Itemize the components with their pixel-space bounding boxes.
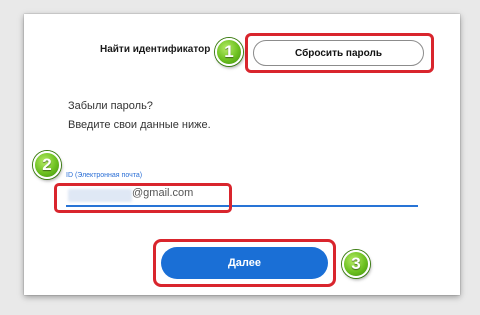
forgot-password-instruction: Введите свои данные ниже. (68, 119, 211, 131)
reset-password-button[interactable]: Сбросить пароль (253, 40, 424, 66)
next-button-highlight: Далее (153, 239, 336, 287)
email-field-label: ID (Электронная почта) (66, 172, 143, 179)
step-2-badge: 2 (33, 151, 61, 179)
forgot-password-title: Забыли пароль? (68, 100, 153, 112)
email-field-highlight (54, 183, 232, 213)
forgot-password-text: Забыли пароль? Введите свои данные ниже. (68, 97, 211, 135)
next-button[interactable]: Далее (161, 247, 328, 279)
step-1-badge: 1 (215, 38, 243, 66)
find-id-tab[interactable]: Найти идентификатор (100, 44, 210, 55)
step-3-badge: 3 (342, 250, 370, 278)
reset-password-highlight: Сбросить пароль (245, 33, 434, 73)
